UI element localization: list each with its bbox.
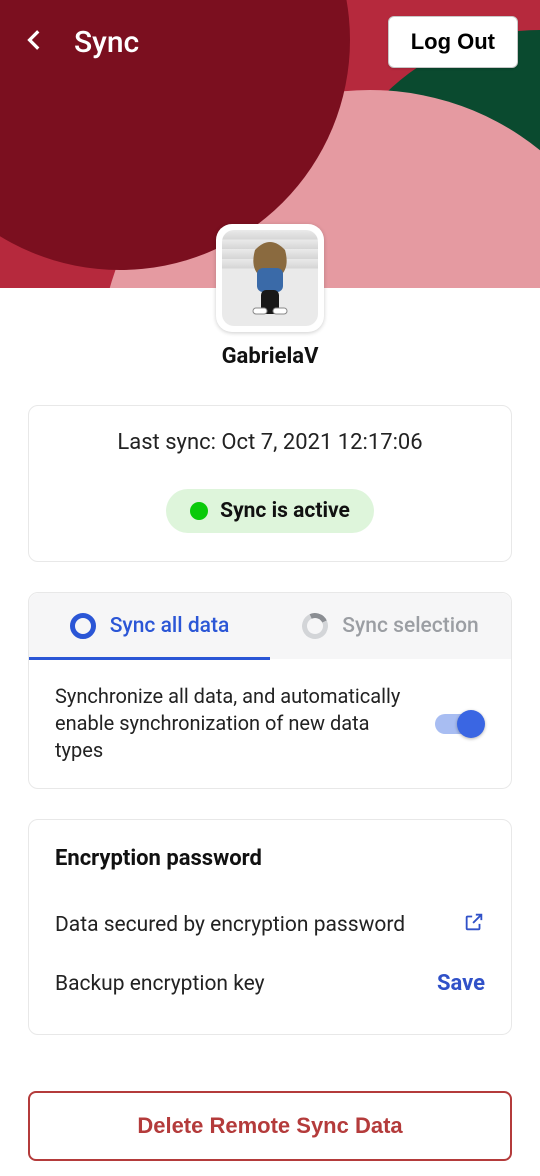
avatar-image	[222, 230, 318, 326]
sync-status-card: Last sync: Oct 7, 2021 12:17:06 Sync is …	[28, 405, 512, 562]
external-link-icon	[463, 911, 485, 939]
page-title: Sync	[74, 25, 139, 60]
last-sync-text: Last sync: Oct 7, 2021 12:17:06	[53, 430, 487, 455]
sync-status-badge: Sync is active	[166, 489, 374, 533]
back-icon[interactable]	[22, 27, 48, 57]
circle-ring-icon	[70, 613, 96, 639]
backup-key-row: Backup encryption key Save	[55, 959, 485, 1008]
sync-tabs: Sync all data Sync selection	[29, 593, 511, 659]
progress-ring-icon	[299, 609, 332, 642]
backup-key-label: Backup encryption key	[55, 972, 265, 996]
sync-options-card: Sync all data Sync selection Synchronize…	[28, 592, 512, 789]
encryption-card: Encryption password Data secured by encr…	[28, 819, 512, 1035]
tab-sync-all[interactable]: Sync all data	[29, 593, 270, 659]
status-dot-icon	[190, 502, 208, 520]
tab-sync-selection-label: Sync selection	[342, 614, 478, 638]
username: GabrielaV	[0, 344, 540, 369]
encryption-title: Encryption password	[55, 846, 485, 871]
encryption-secured-label: Data secured by encryption password	[55, 913, 405, 937]
logout-button[interactable]: Log Out	[388, 16, 518, 68]
tab-sync-selection[interactable]: Sync selection	[270, 593, 511, 659]
sync-all-toggle[interactable]	[435, 710, 485, 738]
save-backup-key-button[interactable]: Save	[437, 971, 485, 996]
delete-remote-sync-button[interactable]: Delete Remote Sync Data	[28, 1091, 512, 1161]
avatar[interactable]	[216, 224, 324, 332]
encryption-secured-row[interactable]: Data secured by encryption password	[55, 899, 485, 951]
sync-status-label: Sync is active	[220, 499, 350, 523]
sync-all-description: Synchronize all data, and automatically …	[55, 683, 415, 764]
tab-sync-all-label: Sync all data	[110, 614, 230, 638]
